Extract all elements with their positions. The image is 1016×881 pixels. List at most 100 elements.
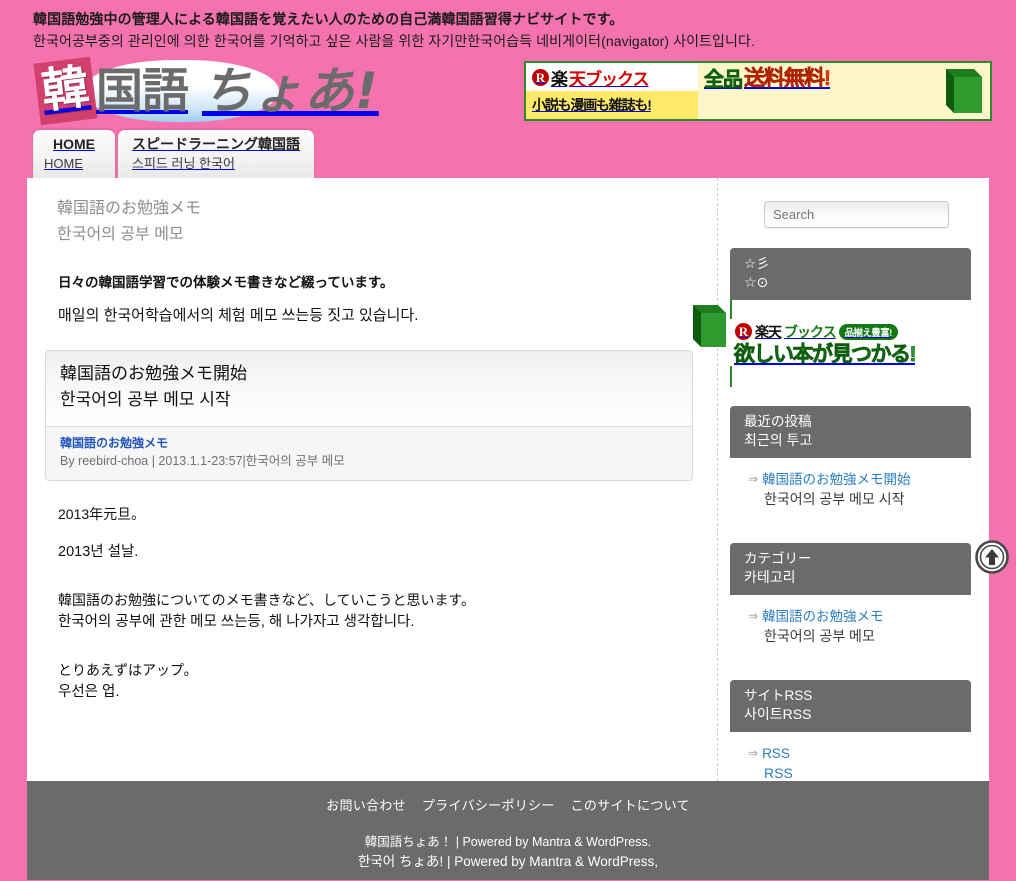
- rakuten-sidebar-label-books: ブックス: [784, 323, 837, 340]
- list-item: ⇒ 韓国語のお勉強メモ開始 한국어의 공부 메모 시작: [748, 470, 971, 509]
- widget-recent-posts-header: 最近の投稿 최근의 투고: [730, 406, 971, 458]
- post-body-para-2-ja: 韓国語のお勉強についてのメモ書きなど、していこうと思います。: [58, 592, 476, 608]
- tab-speed-learning-label-ja: スピードラーニング韓国語: [132, 136, 300, 152]
- rakuten-header-banner[interactable]: R 楽 天ブックス 全品 送料無料! 小説も漫画も雑誌も!: [524, 61, 992, 121]
- site-header: 韓国語勉強中の管理人による韓国語を覚えたい人のための自己満韓国語習得ナビサイトで…: [0, 0, 1016, 126]
- post-body-para-2-ko: 한국어의 공부에 관한 메모 쓰는등, 해 나가자고 생각합니다.: [58, 614, 415, 630]
- widget-stars: ☆彡 ☆⊙: [730, 248, 971, 300]
- tab-home-label-ko: HOME: [44, 156, 83, 171]
- rakuten-sidebar-pill: 品揃え豊富!: [838, 323, 898, 340]
- footer-credit-ko: 한국어 ちょあ! | Powered by Mantra & WordPress…: [357, 854, 659, 869]
- post-header: 韓国語のお勉強メモ開始 한국어의 공부 메모 시작: [46, 351, 692, 427]
- arrow-right-icon: ⇒: [748, 746, 759, 760]
- widget-recent-posts: 最近の投稿 최근의 투고 ⇒ 韓国語のお勉強メモ開始 한국어의 공부 메모 시작: [730, 406, 971, 523]
- tab-home-label-ja: HOME: [53, 136, 95, 152]
- rakuten-label-books: 天ブックス: [569, 69, 649, 89]
- widget-stars-title-ko: ☆⊙: [744, 274, 769, 290]
- widget-site-rss-title-ja: サイトRSS: [744, 688, 813, 703]
- rss-link-ja[interactable]: RSS: [762, 744, 790, 763]
- widget-site-rss-title-ko: 사이트RSS: [744, 706, 812, 722]
- recent-post-label-ko: 한국어의 공부 메모 시작: [764, 491, 905, 507]
- post-body-para-1-ja: 2013年元旦。: [58, 506, 146, 522]
- post-title-ja: 韓国語のお勉強メモ開始: [60, 364, 247, 383]
- rakuten-banner-bottom-row: 小説も漫画も雑誌も!: [526, 91, 990, 119]
- list-item: ⇒ 韓国語のお勉強メモ 한국어의 공부 메모: [748, 607, 971, 646]
- post-body-para-3-ko: 우선은 업.: [58, 684, 120, 700]
- page-title-ko: 한국어의 공부 메모: [57, 226, 184, 243]
- widget-stars-title-ja: ☆彡: [744, 256, 770, 271]
- widget-site-rss: サイトRSS 사이트RSS ⇒ RSS RSS: [730, 680, 971, 797]
- rakuten-sidebar-top-row: R 楽天 ブックス 品揃え豊富!: [730, 318, 971, 342]
- rakuten-sidebar-main-text: 欲しい本が見つかる!: [734, 343, 917, 367]
- main-wrapper: 韓国語のお勉強メモ 한국어의 공부 메모 日々の韓国語学習での体験メモ書きなど綴…: [27, 178, 1009, 781]
- logo-kanji-han: 韓: [33, 56, 98, 126]
- sidebar-item-speed-learning[interactable]: スピードラーニング韓国語 스피드 러닝 한국어: [118, 130, 314, 178]
- list-item-link-row: ⇒ 韓国語のお勉強メモ開始: [748, 470, 971, 489]
- widget-categories-body: ⇒ 韓国語のお勉強メモ 한국어의 공부 메모: [730, 595, 971, 660]
- rakuten-logo-cell: R 楽 天ブックス: [526, 63, 698, 91]
- post-byline: By reebird-choa | 2013.1.1-23:57|한국어의 공부…: [60, 454, 345, 468]
- post-body: 2013年元旦。 2013년 설날. 韓国語のお勉強についてのメモ書きなど、して…: [45, 481, 693, 703]
- logo-kanji-kokugo: 国語: [96, 63, 189, 119]
- sidebar: OK ☆彡 ☆⊙ R 楽天 ブックス 品揃え豊富! 欲しい本が見つかる!: [693, 178, 1009, 781]
- category-link-ja[interactable]: 韓国語のお勉強メモ: [762, 607, 884, 626]
- post-card: 韓国語のお勉強メモ開始 한국어의 공부 메모 시작 韓国語のお勉強メモ By r…: [45, 350, 693, 481]
- arrow-right-icon: ⇒: [748, 609, 759, 623]
- post-meta: 韓国語のお勉強メモ By reebird-choa | 2013.1.1-23:…: [46, 427, 692, 480]
- intro-text-ko: 매일의 한국어학습에서의 체험 메모 쓰는등 짓고 있습니다.: [58, 307, 419, 324]
- post-category-link[interactable]: 韓国語のお勉強メモ: [60, 434, 678, 452]
- footer-link-about-site[interactable]: このサイトについて: [571, 798, 690, 813]
- site-logo[interactable]: 韓 国語 ちょあ!: [33, 56, 379, 126]
- arrow-right-icon: ⇒: [748, 472, 759, 486]
- intro-text-ja: 日々の韓国語学習での体験メモ書きなど綴っています。: [58, 275, 394, 290]
- footer-navigation: お問い合わせ プライバシーポリシー このサイトについて: [27, 795, 989, 817]
- rakuten-label-raku: 楽: [551, 69, 568, 89]
- widget-stars-header: ☆彡 ☆⊙: [730, 248, 971, 300]
- rakuten-banner-top-row: R 楽 天ブックス 全品 送料無料!: [526, 63, 990, 91]
- page-title-ja: 韓国語のお勉強メモ: [57, 200, 202, 217]
- widget-categories: カテゴリー 카테고리 ⇒ 韓国語のお勉強メモ 한국어의 공부 메모: [730, 543, 971, 660]
- sidebar-item-home[interactable]: HOME HOME: [33, 130, 115, 178]
- rakuten-label-novel: 小説も漫画も雑誌も!: [532, 97, 652, 113]
- rakuten-label-zenpin: 全品: [704, 68, 744, 91]
- footer-link-privacy-policy[interactable]: プライバシーポリシー: [422, 798, 555, 813]
- list-item-link-row: ⇒ RSS: [748, 744, 971, 763]
- widget-recent-posts-title-ja: 最近の投稿: [744, 414, 812, 429]
- widget-recent-posts-title-ko: 최근의 투고: [744, 432, 813, 448]
- logo-text-choa: ちょあ!: [202, 62, 379, 120]
- arrow-up-circle-icon[interactable]: [975, 540, 1009, 574]
- rakuten-sidebar-label-raku: 楽天: [755, 323, 782, 340]
- main-navigation: HOME HOME スピードラーニング韓国語 스피드 러닝 한국어: [0, 124, 1016, 178]
- category-label-ko: 한국어의 공부 메모: [764, 628, 875, 644]
- recent-post-link-ja[interactable]: 韓国語のお勉強メモ開始: [762, 470, 911, 489]
- post-title-ko: 한국어의 공부 메모 시작: [60, 390, 231, 409]
- search-input[interactable]: [765, 202, 948, 227]
- rakuten-novel-cell: 小説も漫画も雑誌も!: [526, 91, 698, 119]
- search-box[interactable]: OK: [764, 201, 949, 228]
- footer-credit-ja: 韓国語ちょあ！ | Powered by Mantra & WordPress.: [364, 835, 652, 849]
- rakuten-r-icon: R: [532, 68, 549, 86]
- post-body-para-3-ja: とりあえずはアップ。: [58, 662, 198, 678]
- site-tagline-ko: 한국어공부중의 관리인에 의한 한국어를 기억하고 싶은 사람을 위한 자기만한…: [33, 33, 755, 49]
- widget-categories-title-ja: カテゴリー: [744, 551, 812, 566]
- widget-recent-posts-body: ⇒ 韓国語のお勉強メモ開始 한국어의 공부 메모 시작: [730, 458, 971, 523]
- list-item-link-row: ⇒ 韓国語のお勉強メモ: [748, 607, 971, 626]
- logo-row: 韓 国語 ちょあ! R 楽 天ブックス 全品 送料無料! 小説も漫画も雑誌も!: [0, 52, 1016, 126]
- green-book-icon: [946, 69, 982, 113]
- rss-link-ko[interactable]: RSS: [748, 763, 971, 783]
- footer-link-contact[interactable]: お問い合わせ: [326, 798, 406, 813]
- widget-categories-header: カテゴリー 카테고리: [730, 543, 971, 595]
- widget-categories-title-ko: 카테고리: [744, 569, 796, 585]
- page-root: 韓国語勉強中の管理人による韓国語を覚えたい人のための自己満韓国語習得ナビサイトで…: [0, 0, 1016, 881]
- widget-site-rss-header: サイトRSS 사이트RSS: [730, 680, 971, 732]
- list-item: ⇒ RSS RSS: [748, 744, 971, 783]
- content-column: 韓国語のお勉強メモ 한국어의 공부 메모 日々の韓国語学習での体験メモ書きなど綴…: [27, 178, 717, 781]
- post-body-para-1-ko: 2013년 설날.: [58, 544, 139, 560]
- site-tagline-ja: 韓国語勉強中の管理人による韓国語を覚えたい人のための自己満韓国語習得ナビサイトで…: [33, 11, 624, 27]
- rakuten-sidebar-banner[interactable]: R 楽天 ブックス 品揃え豊富! 欲しい本が見つかる!: [693, 298, 971, 387]
- rakuten-label-souryo-muryo: 送料無料!: [744, 67, 832, 91]
- tab-speed-learning-label-ko: 스피드 러닝 한국어: [132, 156, 235, 171]
